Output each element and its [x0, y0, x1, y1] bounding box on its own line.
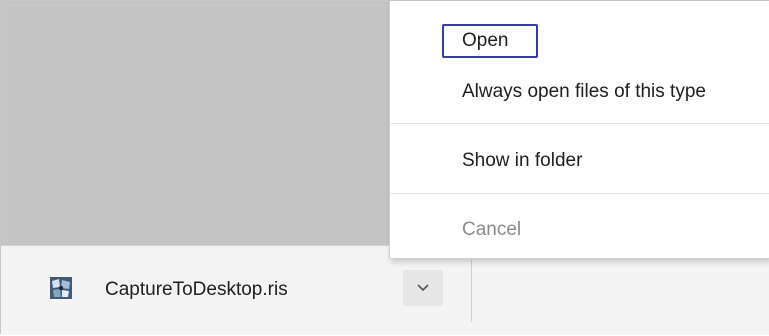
- focus-ring: [442, 24, 538, 58]
- shelf-divider: [471, 260, 472, 322]
- menu-separator: [390, 193, 769, 194]
- application-file-icon: [49, 276, 73, 300]
- download-item[interactable]: CaptureToDesktop.ris: [1, 246, 471, 336]
- menu-separator: [390, 123, 769, 124]
- menu-item-open[interactable]: Open: [390, 21, 769, 61]
- menu-item-cancel[interactable]: Cancel: [390, 210, 769, 250]
- menu-item-label: Show in folder: [462, 150, 583, 171]
- chevron-down-icon: [416, 279, 430, 297]
- download-menu-button[interactable]: [403, 270, 443, 306]
- download-file-name: CaptureToDesktop.ris: [105, 279, 288, 300]
- download-context-menu: Open Always open files of this type Show…: [389, 1, 769, 259]
- browser-window: CaptureToDesktop.ris Open Always open fi…: [0, 0, 769, 336]
- menu-item-show-in-folder[interactable]: Show in folder: [390, 141, 769, 181]
- menu-item-label: Always open files of this type: [462, 81, 706, 102]
- menu-item-always-open[interactable]: Always open files of this type: [390, 72, 769, 112]
- menu-item-label: Cancel: [462, 219, 522, 240]
